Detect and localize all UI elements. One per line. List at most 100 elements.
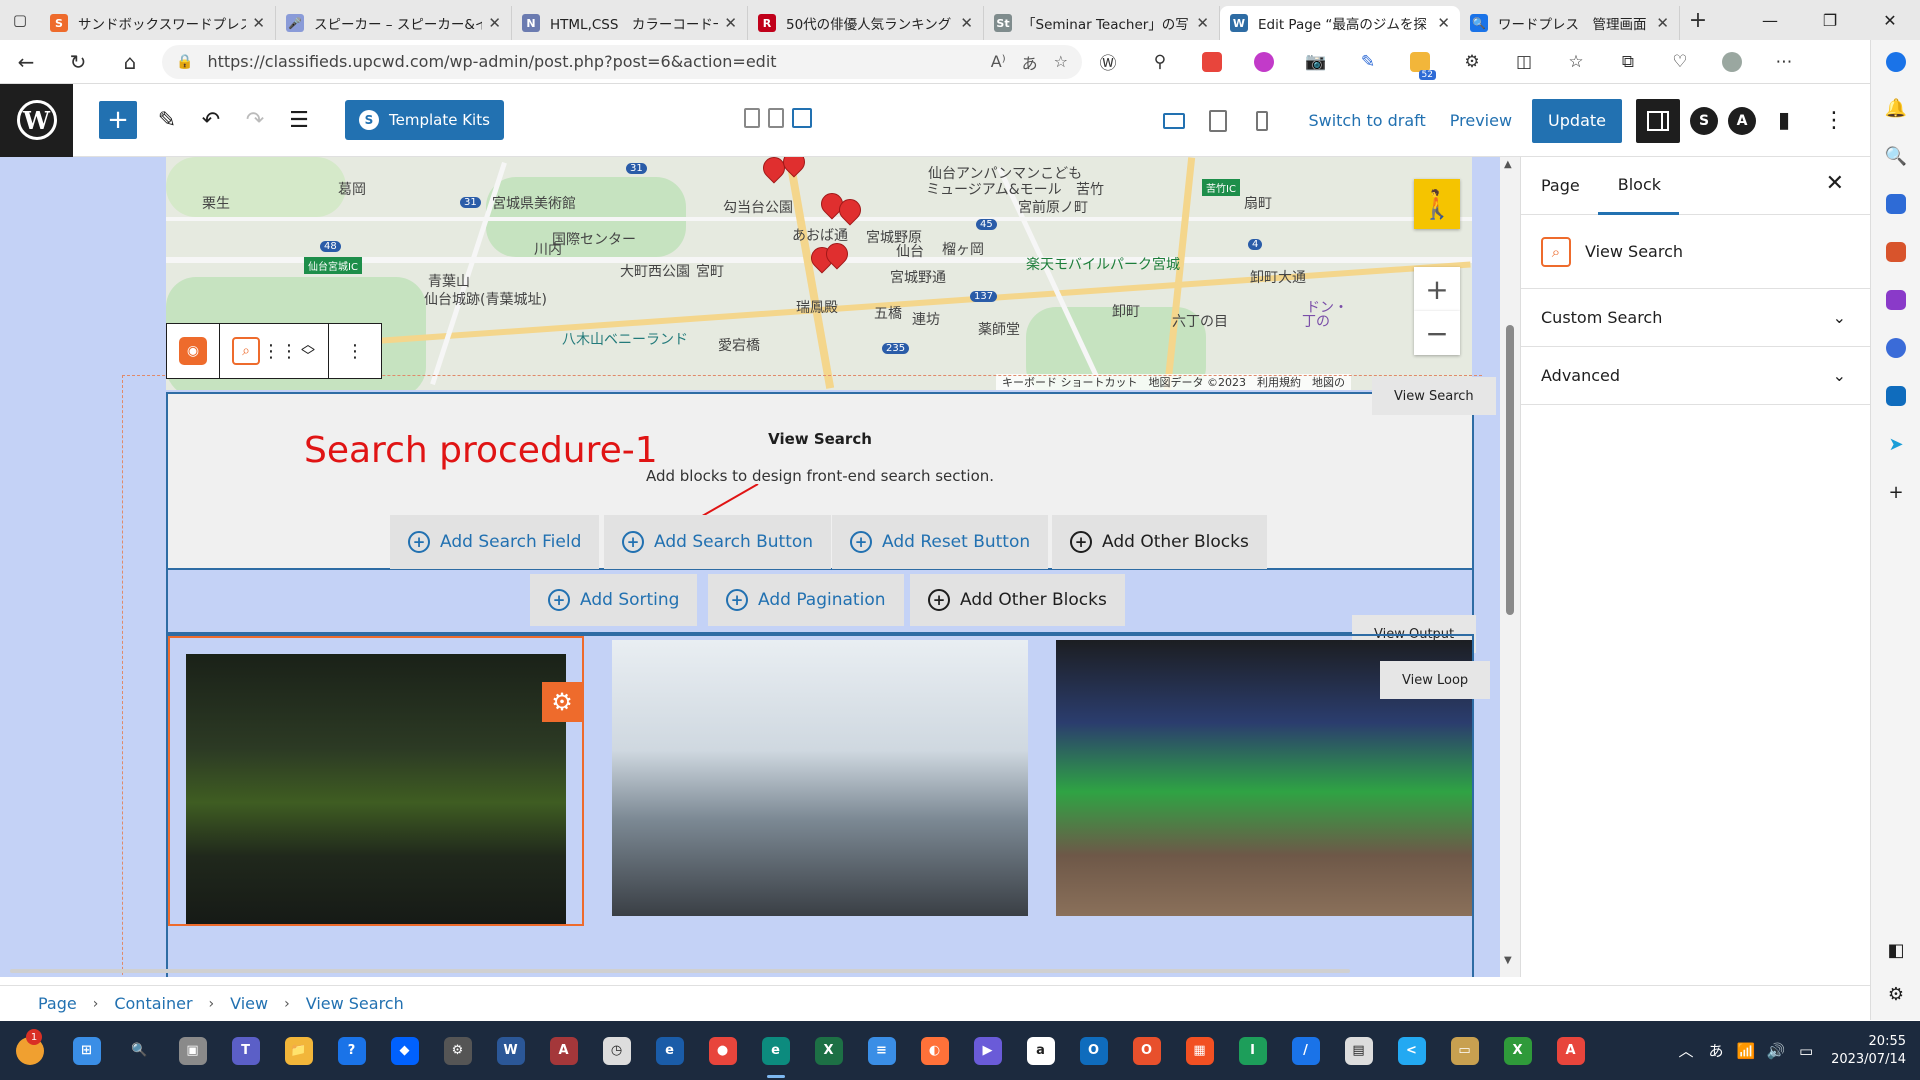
switch-to-draft-button[interactable]: Switch to draft [1296,111,1437,130]
map-place-label[interactable]: 宮町 [696,261,724,281]
map-place-label[interactable]: 卸町 [1112,301,1140,321]
map-marker[interactable] [821,238,853,271]
add-sorting-button[interactable]: + Add Sorting [530,574,698,626]
mobile-preview-icon[interactable] [1240,99,1284,143]
breadcrumb-container[interactable]: Container [114,994,192,1013]
block-options-icon[interactable]: ⋮ [335,331,375,371]
taskbar-vscode-icon[interactable]: < [1385,1021,1438,1080]
map-place-label[interactable]: 扇町 [1244,193,1272,213]
tab-page[interactable]: Page [1541,157,1598,215]
close-tab-icon[interactable]: ✕ [1656,14,1669,32]
desktop-mini-icon[interactable] [792,108,812,128]
taskbar-pen-icon[interactable]: / [1279,1021,1332,1080]
map-place-label[interactable]: 苦竹 [1076,179,1104,199]
shopping-icon[interactable] [1871,180,1920,228]
preview-button[interactable]: Preview [1438,111,1524,130]
notification-icon[interactable]: 🔔 [1871,84,1920,132]
extension-rss-icon[interactable]: 52 [1394,40,1446,84]
mobile-mini-icon[interactable] [744,108,760,128]
add-pagination-button[interactable]: + Add Pagination [708,574,904,626]
astra-icon[interactable]: A [1728,106,1756,135]
scroll-down-icon[interactable]: ▼ [1504,955,1512,966]
zoom-out-icon[interactable]: − [1414,311,1460,355]
scroll-up-icon[interactable]: ▲ [1504,159,1512,170]
update-button[interactable]: Update [1532,98,1622,143]
map-place-label[interactable]: 青葉山 [428,271,470,291]
panel-custom-search[interactable]: Custom Search ⌄ [1521,289,1870,347]
close-window-icon[interactable]: ✕ [1860,0,1920,40]
map-place-label[interactable]: 宮城野原 [866,227,922,247]
wordpress-logo-icon[interactable]: W [0,83,73,157]
taskbar-media-icon[interactable]: ▶ [961,1021,1014,1080]
undo-icon[interactable]: ↶ [189,98,233,142]
options-menu-icon[interactable]: ⋮ [1812,99,1856,143]
desktop-preview-icon[interactable] [1152,99,1196,143]
taskbar-outlook-icon[interactable]: O [1067,1021,1120,1080]
clock[interactable]: 20:55 2023/07/14 [1821,1033,1920,1069]
taskbar-sheets-icon[interactable]: I [1226,1021,1279,1080]
taskbar-edge-icon[interactable]: e [749,1021,802,1080]
url-field[interactable]: 🔒 https://classifieds.upcwd.com/wp-admin… [162,44,1082,79]
tools-icon[interactable] [1871,228,1920,276]
taskbar-firefox-icon[interactable]: ◐ [908,1021,961,1080]
browser-tab[interactable]: S サンドボックスワードプレスサ ✕ [40,6,276,40]
browser-tab[interactable]: N HTML,CSS カラーコード一 ✕ [512,6,748,40]
breadcrumb-view[interactable]: View [230,994,268,1013]
map-place-label[interactable]: 卸町大通 [1250,267,1306,287]
panel-advanced[interactable]: Advanced ⌄ [1521,347,1870,405]
extension-camera-icon[interactable]: 📷 [1290,40,1342,84]
browser-tab[interactable]: 🔍 ワードプレス 管理画面 ✕ [1460,6,1680,40]
block-type-button[interactable]: ⌕ [226,331,266,371]
map-place-label[interactable]: 栗生 [202,193,230,213]
map-place-label[interactable]: 宮城野通 [890,267,946,287]
back-icon[interactable]: ← [0,40,52,84]
taskbar-clock-icon[interactable]: ◷ [590,1021,643,1080]
street-view-pegman-icon[interactable]: 🚶 [1414,179,1460,229]
map-place-label[interactable]: 六丁の目 [1172,311,1228,331]
gym-image[interactable] [612,640,1028,916]
drag-handle-icon[interactable]: ⋮⋮ [262,331,298,371]
ime-indicator[interactable]: あ [1701,1040,1731,1061]
extension-acrobat-icon[interactable] [1186,40,1238,84]
taskbar-acrobat-icon[interactable]: A [1544,1021,1597,1080]
add-search-field-button[interactable]: + Add Search Field [390,515,600,569]
extension-pen-icon[interactable]: ✎ [1342,40,1394,84]
add-sidebar-icon[interactable]: + [1871,468,1920,516]
taskbar-dropbox-icon[interactable]: ◆ [378,1021,431,1080]
volume-icon[interactable]: 🔊 [1761,1042,1791,1060]
taskbar-access-icon[interactable]: A [537,1021,590,1080]
browser-tab[interactable]: 🎤 スピーカー – スピーカー&イベ ✕ [276,6,512,40]
view-search-tag[interactable]: View Search [1372,377,1496,415]
map-place-label[interactable]: 五橋 [874,303,902,323]
taskbar-amazon-icon[interactable]: a [1014,1021,1067,1080]
taskbar-word-icon[interactable]: W [484,1021,537,1080]
add-other-blocks-output-button[interactable]: + Add Other Blocks [910,574,1125,626]
collections-icon[interactable]: ⧉ [1602,40,1654,84]
home-icon[interactable]: ⌂ [104,40,156,84]
tab-actions-icon[interactable]: ▢ [0,0,40,40]
tools-pencil-icon[interactable]: ✎ [145,98,189,142]
redo-icon[interactable]: ↷ [233,98,277,142]
restore-icon[interactable]: ❐ [1800,0,1860,40]
move-up-down-icon[interactable]: ︿ ﹀ [294,331,322,371]
more-menu-icon[interactable]: ⋯ [1758,40,1810,84]
map-marker[interactable] [778,157,810,179]
map-place-label[interactable]: 宮前原ノ町 [1018,197,1088,217]
battery-icon[interactable]: ▭ [1791,1042,1821,1060]
minimize-icon[interactable]: — [1740,0,1800,40]
extensions-puzzle-icon[interactable]: ⚙ [1446,40,1498,84]
loop-settings-gear-icon[interactable]: ⚙ [542,682,582,722]
map-place-label[interactable]: 宮城県美術館 [492,193,576,213]
sidebar-settings-icon[interactable]: ⚙ [1871,970,1920,1018]
map-place-label[interactable]: 薬師堂 [978,319,1020,339]
add-search-button-button[interactable]: + Add Search Button [604,515,832,569]
taskbar-chrome-icon[interactable]: ● [696,1021,749,1080]
taskbar-app-gear-icon[interactable]: ⚙ [431,1021,484,1080]
taskbar-archive-icon[interactable]: ▭ [1438,1021,1491,1080]
view-output-block[interactable]: + Add Sorting + Add Pagination + Add Other … [166,570,1474,634]
extension-color-icon[interactable] [1238,40,1290,84]
map-place-label[interactable]: 勾当台公園 [723,197,793,217]
view-search-block[interactable]: View Search Add blocks to design front-e… [166,392,1474,570]
tab-block[interactable]: Block [1597,157,1680,215]
taskbar-xbox-icon[interactable]: X [1491,1021,1544,1080]
